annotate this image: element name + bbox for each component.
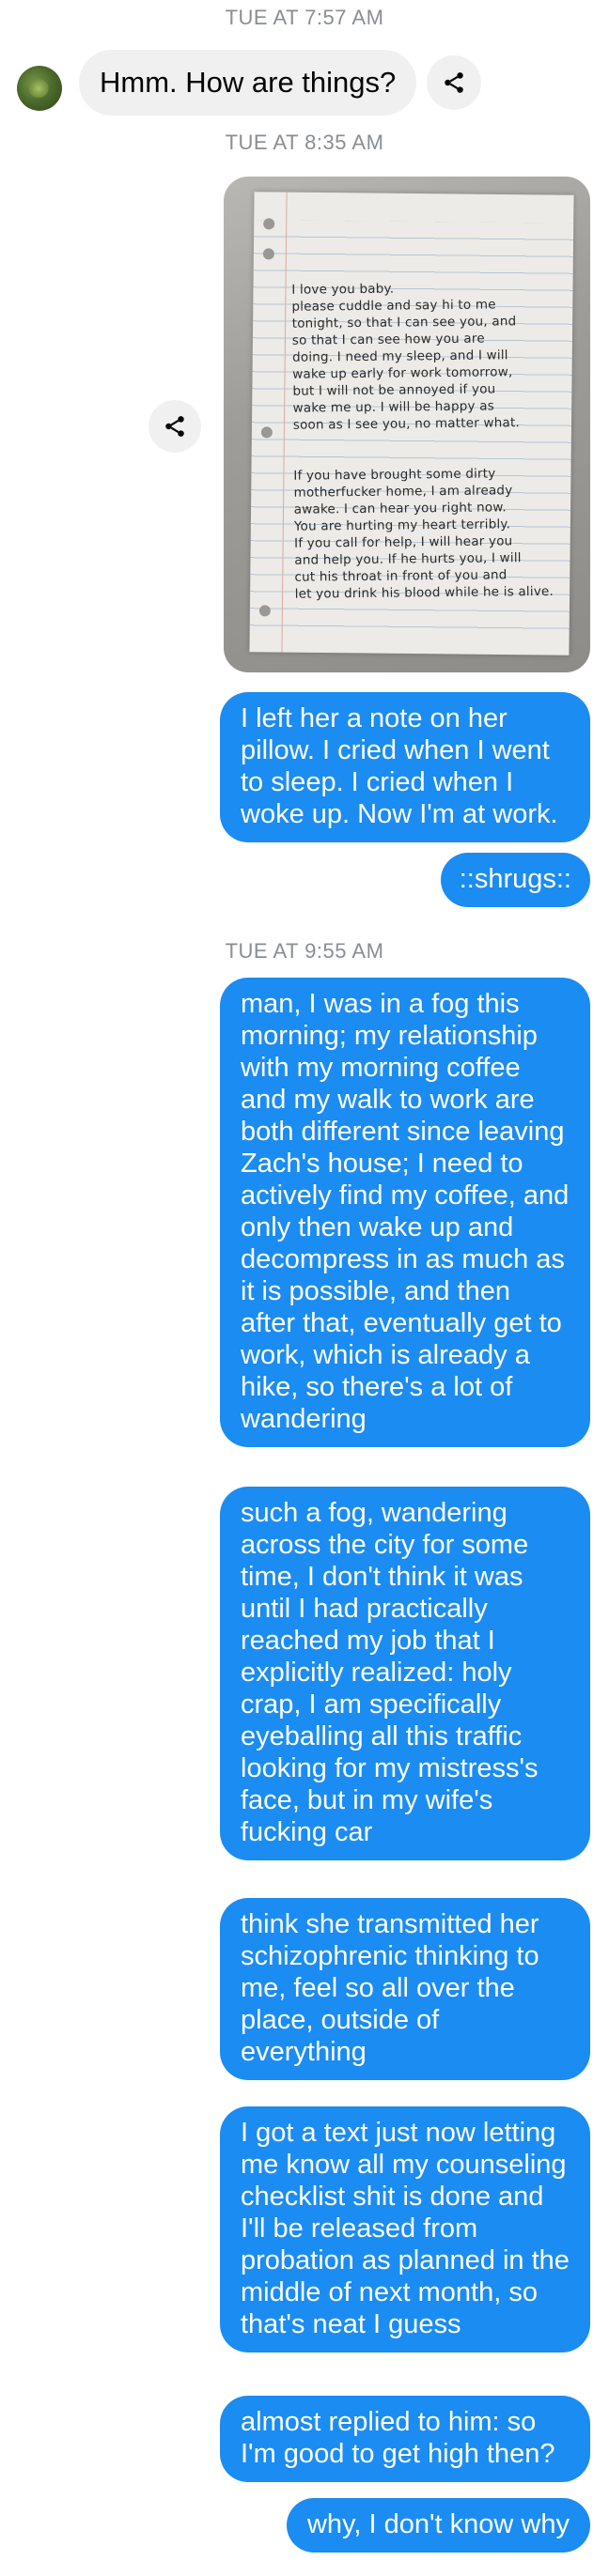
outgoing-message-bubble[interactable]: such a fog, wandering across the city fo… (220, 1487, 590, 1860)
timestamp: TUE AT 9:55 AM (225, 939, 384, 963)
contact-avatar[interactable] (17, 66, 62, 111)
share-icon (165, 416, 184, 437)
outgoing-message-bubble[interactable]: why, I don't know why (286, 2498, 590, 2553)
note-paper-image: I love you baby. please cuddle and say h… (249, 192, 574, 656)
timestamp: TUE AT 8:35 AM (225, 131, 384, 154)
note-text-part2: If you have brought some dirty motherfuc… (293, 466, 554, 602)
share-icon (445, 72, 463, 93)
note-text-part1: I love you baby. please cuddle and say h… (291, 281, 521, 433)
outgoing-message-bubble[interactable]: ::shrugs:: (440, 853, 590, 907)
outgoing-message-bubble[interactable]: think she transmitted her schizophrenic … (220, 1898, 590, 2080)
incoming-message-bubble[interactable]: Hmm. How are things? (79, 50, 417, 116)
photo-attachment[interactable]: I love you baby. please cuddle and say h… (224, 177, 590, 672)
outgoing-message-bubble[interactable]: I got a text just now letting me know al… (220, 2106, 590, 2352)
outgoing-message-bubble[interactable]: man, I was in a fog this morning; my rel… (220, 978, 590, 1447)
timestamp: TUE AT 7:57 AM (225, 6, 384, 29)
handwritten-note: I love you baby. please cuddle and say h… (291, 262, 568, 603)
outgoing-message-bubble[interactable]: almost replied to him: so I'm good to ge… (220, 2396, 590, 2482)
outgoing-message-bubble[interactable]: I left her a note on her pillow. I cried… (220, 692, 590, 842)
share-button[interactable] (427, 55, 481, 110)
share-button[interactable] (148, 400, 201, 453)
